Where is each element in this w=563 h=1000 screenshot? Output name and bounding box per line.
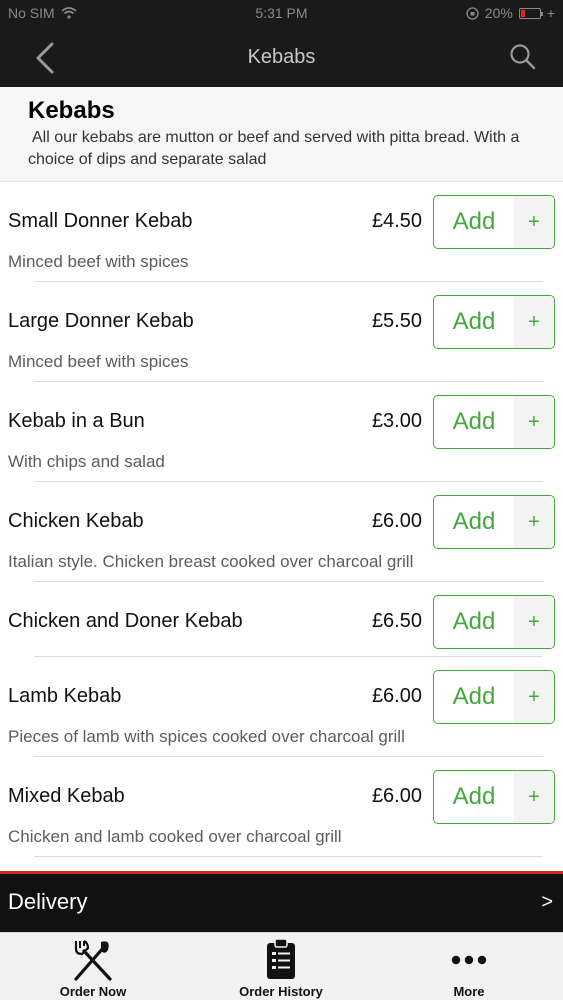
- menu-item: Kebab in a Bun £3.00 Add + With chips and sa…: [0, 382, 563, 482]
- item-description: With chips and salad: [8, 452, 165, 471]
- tab-order-now[interactable]: Order Now: [23, 933, 163, 1000]
- item-name: Large Donner Kebab: [8, 310, 194, 332]
- add-button-label: Add: [452, 408, 496, 435]
- add-button-label: Add: [452, 208, 496, 235]
- item-name: Chicken Kebab: [8, 510, 144, 532]
- item-name: Chicken and Doner Kebab: [8, 610, 243, 632]
- add-button[interactable]: Add +: [433, 595, 555, 649]
- menu-item: Large Donner Kebab £5.50 Add + Minced beef w…: [0, 282, 563, 382]
- item-price: £3.00: [371, 410, 422, 432]
- add-button[interactable]: Add +: [433, 770, 555, 824]
- delivery-bar[interactable]: Delivery >: [0, 871, 563, 932]
- menu-item: Chicken and Doner Kebab £6.50 Add +: [0, 582, 563, 657]
- plus-icon: +: [514, 396, 554, 448]
- more-dots-icon: [451, 955, 487, 965]
- tab-label: More: [453, 984, 485, 999]
- item-name: Mixed Kebab: [8, 785, 125, 807]
- status-bar: No SIM 5:31 PM 20% +: [0, 0, 563, 30]
- category-header: Kebabs All our kebabs are mutton or beef…: [0, 87, 563, 182]
- add-button[interactable]: Add +: [433, 295, 555, 349]
- item-price: £4.50: [371, 210, 422, 232]
- nav-bar: Kebabs: [0, 30, 563, 87]
- fork-knife-icon: [74, 940, 112, 981]
- chevron-right-icon: >: [541, 891, 553, 913]
- plus-icon: +: [514, 496, 554, 548]
- item-price: £6.00: [371, 510, 422, 532]
- tab-more[interactable]: More: [399, 933, 539, 1000]
- battery-percent: 20%: [484, 5, 513, 21]
- tab-label: Order Now: [59, 984, 127, 999]
- item-price: £6.50: [371, 610, 422, 632]
- add-button-label: Add: [452, 683, 496, 710]
- charging-symbol: +: [546, 5, 555, 21]
- item-description: Pieces of lamb with spices cooked over c…: [8, 727, 405, 746]
- tab-label: Order History: [239, 984, 323, 999]
- menu-item: Small Donner Kebab £4.50 Add + Minced beef w…: [0, 182, 563, 282]
- add-button-label: Add: [452, 508, 496, 535]
- status-right: 20% +: [466, 5, 555, 21]
- add-button-label: Add: [452, 608, 496, 635]
- plus-icon: +: [514, 296, 554, 348]
- item-description: Minced beef with spices: [8, 352, 189, 371]
- item-price: £5.50: [371, 310, 422, 332]
- delivery-label: Delivery: [8, 889, 88, 914]
- item-name: Kebab in a Bun: [8, 410, 145, 432]
- add-button-label: Add: [452, 308, 496, 335]
- item-price: £6.00: [371, 685, 422, 707]
- item-divider: [34, 856, 543, 857]
- menu-list: Small Donner Kebab £4.50 Add + Minced beef w…: [0, 182, 563, 857]
- plus-icon: +: [514, 771, 554, 823]
- add-button[interactable]: Add +: [433, 495, 555, 549]
- category-description: All our kebabs are mutton or beef and se…: [28, 129, 520, 168]
- menu-item: Mixed Kebab £6.00 Add + Chicken and lamb coo…: [0, 757, 563, 857]
- item-description: Chicken and lamb cooked over charcoal gr…: [8, 827, 342, 846]
- clipboard-list-icon: [267, 938, 295, 979]
- plus-icon: +: [514, 196, 554, 248]
- category-title: Kebabs: [28, 97, 115, 124]
- plus-icon: +: [514, 671, 554, 723]
- menu-item: Lamb Kebab £6.00 Add + Pieces of lamb with s…: [0, 657, 563, 757]
- item-name: Lamb Kebab: [8, 685, 122, 707]
- plus-icon: +: [514, 596, 554, 648]
- battery-icon: [518, 7, 543, 19]
- item-description: Minced beef with spices: [8, 252, 189, 271]
- add-button[interactable]: Add +: [433, 395, 555, 449]
- top-bar: No SIM 5:31 PM 20% + Kebabs: [0, 0, 563, 87]
- nav-title: Kebabs: [247, 46, 316, 68]
- tab-bar: Order Now Order History More: [0, 932, 563, 1000]
- menu-item: Chicken Kebab £6.00 Add + Italian style. Chi…: [0, 482, 563, 582]
- item-description: Italian style. Chicken breast cooked ove…: [8, 552, 414, 571]
- search-icon[interactable]: [509, 43, 537, 71]
- item-name: Small Donner Kebab: [8, 210, 193, 232]
- add-button[interactable]: Add +: [433, 670, 555, 724]
- add-button-label: Add: [452, 783, 496, 810]
- tab-order-history[interactable]: Order History: [211, 933, 351, 1000]
- item-price: £6.00: [371, 785, 422, 807]
- orientation-lock-icon: [466, 6, 479, 20]
- add-button[interactable]: Add +: [433, 195, 555, 249]
